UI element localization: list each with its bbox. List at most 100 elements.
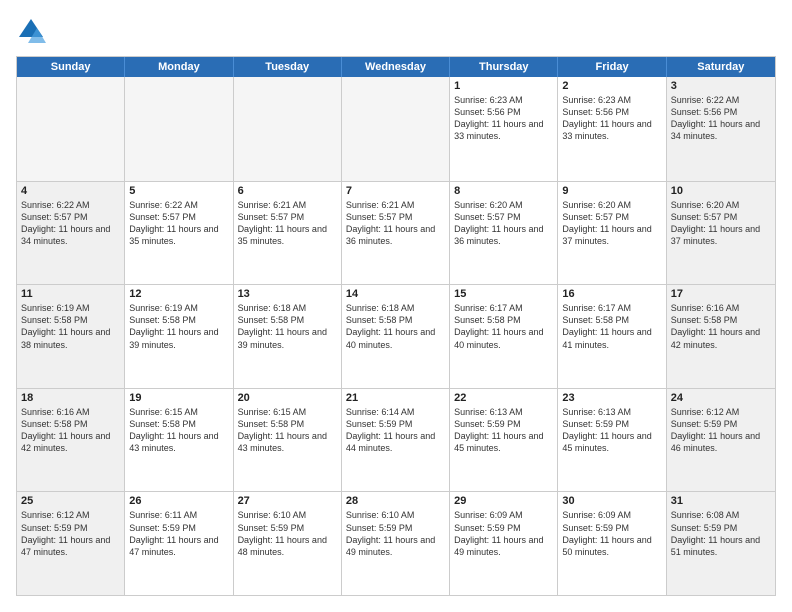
calendar: SundayMondayTuesdayWednesdayThursdayFrid… (16, 56, 776, 596)
day-number: 7 (346, 185, 445, 197)
cell-info: Sunrise: 6:18 AMSunset: 5:58 PMDaylight:… (346, 302, 445, 351)
day-number: 25 (21, 495, 120, 507)
cal-cell: 23 Sunrise: 6:13 AMSunset: 5:59 PMDayligh… (558, 389, 666, 492)
cal-cell: 31Sunrise: 6:08 AMSunset: 5:59 PMDayligh… (667, 492, 775, 595)
cal-cell: 22Sunrise: 6:13 AMSunset: 5:59 PMDayligh… (450, 389, 558, 492)
day-number: 27 (238, 495, 337, 507)
cal-cell: 30Sunrise: 6:09 AMSunset: 5:59 PMDayligh… (558, 492, 666, 595)
day-number: 11 (21, 288, 120, 300)
cal-cell: 16Sunrise: 6:17 AMSunset: 5:58 PMDayligh… (558, 285, 666, 388)
cal-cell: 11 Sunrise: 6:19 AMSunset: 5:58 PMDayligh… (17, 285, 125, 388)
cell-info: Sunrise: 6:16 AMSunset: 5:58 PMDaylight:… (21, 406, 120, 455)
cal-cell: 10 Sunrise: 6:20 AMSunset: 5:57 PMDayligh… (667, 182, 775, 285)
cell-info: Sunrise: 6:12 AMSunset: 5:59 PMDaylight:… (21, 509, 120, 558)
cal-cell: 6 Sunrise: 6:21 AMSunset: 5:57 PMDaylight… (234, 182, 342, 285)
cell-info: Sunrise: 6:20 AMSunset: 5:57 PMDaylight:… (454, 199, 553, 248)
cell-info: Sunrise: 6:19 AMSunset: 5:58 PMDaylight:… (21, 302, 120, 351)
day-number: 19 (129, 392, 228, 404)
cell-info: Sunrise: 6:09 AMSunset: 5:59 PMDaylight:… (454, 509, 553, 558)
cal-cell: 14 Sunrise: 6:18 AMSunset: 5:58 PMDayligh… (342, 285, 450, 388)
cal-cell: 15 Sunrise: 6:17 AMSunset: 5:58 PMDayligh… (450, 285, 558, 388)
cal-cell (234, 77, 342, 181)
day-number: 10 (671, 185, 771, 197)
day-number: 4 (21, 185, 120, 197)
cal-cell: 29 Sunrise: 6:09 AMSunset: 5:59 PMDayligh… (450, 492, 558, 595)
cell-info: Sunrise: 6:16 AMSunset: 5:58 PMDaylight:… (671, 302, 771, 351)
cal-cell: 20Sunrise: 6:15 AMSunset: 5:58 PMDayligh… (234, 389, 342, 492)
page: SundayMondayTuesdayWednesdayThursdayFrid… (0, 0, 792, 612)
cell-info: Sunrise: 6:15 AMSunset: 5:58 PMDaylight:… (129, 406, 228, 455)
day-number: 21 (346, 392, 445, 404)
cell-info: Sunrise: 6:14 AMSunset: 5:59 PMDaylight:… (346, 406, 445, 455)
cal-week-2: 4 Sunrise: 6:22 AMSunset: 5:57 PMDaylight… (17, 181, 775, 285)
day-number: 15 (454, 288, 553, 300)
cal-cell: 19 Sunrise: 6:15 AMSunset: 5:58 PMDayligh… (125, 389, 233, 492)
cal-week-5: 25 Sunrise: 6:12 AMSunset: 5:59 PMDayligh… (17, 491, 775, 595)
cal-cell: 9 Sunrise: 6:20 AMSunset: 5:57 PMDaylight… (558, 182, 666, 285)
cal-cell: 12Sunrise: 6:19 AMSunset: 5:58 PMDayligh… (125, 285, 233, 388)
cal-cell: 2Sunrise: 6:23 AMSunset: 5:56 PMDaylight… (558, 77, 666, 181)
day-number: 6 (238, 185, 337, 197)
cal-cell: 17 Sunrise: 6:16 AMSunset: 5:58 PMDayligh… (667, 285, 775, 388)
logo (16, 16, 50, 46)
day-number: 23 (562, 392, 661, 404)
cal-cell: 7 Sunrise: 6:21 AMSunset: 5:57 PMDaylight… (342, 182, 450, 285)
header-day-tuesday: Tuesday (234, 57, 342, 77)
cell-info: Sunrise: 6:13 AMSunset: 5:59 PMDaylight:… (562, 406, 661, 455)
cal-cell: 26 Sunrise: 6:11 AMSunset: 5:59 PMDayligh… (125, 492, 233, 595)
cell-info: Sunrise: 6:19 AMSunset: 5:58 PMDaylight:… (129, 302, 228, 351)
cal-week-1: 1Sunrise: 6:23 AMSunset: 5:56 PMDaylight… (17, 77, 775, 181)
calendar-body: 1Sunrise: 6:23 AMSunset: 5:56 PMDaylight… (17, 77, 775, 595)
day-number: 24 (671, 392, 771, 404)
cell-info: Sunrise: 6:22 AMSunset: 5:56 PMDaylight:… (671, 94, 771, 143)
cell-info: Sunrise: 6:22 AMSunset: 5:57 PMDaylight:… (21, 199, 120, 248)
cal-cell: 1Sunrise: 6:23 AMSunset: 5:56 PMDaylight… (450, 77, 558, 181)
cal-cell: 28 Sunrise: 6:10 AMSunset: 5:59 PMDayligh… (342, 492, 450, 595)
cal-cell: 25 Sunrise: 6:12 AMSunset: 5:59 PMDayligh… (17, 492, 125, 595)
cell-info: Sunrise: 6:20 AMSunset: 5:57 PMDaylight:… (562, 199, 661, 248)
day-number: 26 (129, 495, 228, 507)
day-number: 3 (671, 80, 771, 92)
header-day-saturday: Saturday (667, 57, 775, 77)
cal-week-4: 18 Sunrise: 6:16 AMSunset: 5:58 PMDayligh… (17, 388, 775, 492)
cell-info: Sunrise: 6:17 AMSunset: 5:58 PMDaylight:… (562, 302, 661, 351)
calendar-header: SundayMondayTuesdayWednesdayThursdayFrid… (17, 57, 775, 77)
cell-info: Sunrise: 6:21 AMSunset: 5:57 PMDaylight:… (238, 199, 337, 248)
cal-cell: 24 Sunrise: 6:12 AMSunset: 5:59 PMDayligh… (667, 389, 775, 492)
cal-cell: 18 Sunrise: 6:16 AMSunset: 5:58 PMDayligh… (17, 389, 125, 492)
day-number: 18 (21, 392, 120, 404)
header (16, 16, 776, 46)
header-day-sunday: Sunday (17, 57, 125, 77)
header-day-thursday: Thursday (450, 57, 558, 77)
cell-info: Sunrise: 6:10 AMSunset: 5:59 PMDaylight:… (238, 509, 337, 558)
cal-cell: 13Sunrise: 6:18 AMSunset: 5:58 PMDayligh… (234, 285, 342, 388)
cell-info: Sunrise: 6:21 AMSunset: 5:57 PMDaylight:… (346, 199, 445, 248)
day-number: 31 (671, 495, 771, 507)
day-number: 17 (671, 288, 771, 300)
day-number: 13 (238, 288, 337, 300)
cal-cell: 4 Sunrise: 6:22 AMSunset: 5:57 PMDaylight… (17, 182, 125, 285)
day-number: 8 (454, 185, 553, 197)
day-number: 29 (454, 495, 553, 507)
cal-cell: 8 Sunrise: 6:20 AMSunset: 5:57 PMDaylight… (450, 182, 558, 285)
cal-week-3: 11 Sunrise: 6:19 AMSunset: 5:58 PMDayligh… (17, 284, 775, 388)
cell-info: Sunrise: 6:11 AMSunset: 5:59 PMDaylight:… (129, 509, 228, 558)
cell-info: Sunrise: 6:12 AMSunset: 5:59 PMDaylight:… (671, 406, 771, 455)
cell-info: Sunrise: 6:22 AMSunset: 5:57 PMDaylight:… (129, 199, 228, 248)
cal-cell (342, 77, 450, 181)
cal-cell (17, 77, 125, 181)
cell-info: Sunrise: 6:10 AMSunset: 5:59 PMDaylight:… (346, 509, 445, 558)
cell-info: Sunrise: 6:20 AMSunset: 5:57 PMDaylight:… (671, 199, 771, 248)
cell-info: Sunrise: 6:17 AMSunset: 5:58 PMDaylight:… (454, 302, 553, 351)
header-day-wednesday: Wednesday (342, 57, 450, 77)
day-number: 9 (562, 185, 661, 197)
day-number: 5 (129, 185, 228, 197)
cell-info: Sunrise: 6:23 AMSunset: 5:56 PMDaylight:… (454, 94, 553, 143)
cell-info: Sunrise: 6:13 AMSunset: 5:59 PMDaylight:… (454, 406, 553, 455)
day-number: 28 (346, 495, 445, 507)
header-day-monday: Monday (125, 57, 233, 77)
cal-cell: 27 Sunrise: 6:10 AMSunset: 5:59 PMDayligh… (234, 492, 342, 595)
cell-info: Sunrise: 6:09 AMSunset: 5:59 PMDaylight:… (562, 509, 661, 558)
cal-cell (125, 77, 233, 181)
day-number: 14 (346, 288, 445, 300)
